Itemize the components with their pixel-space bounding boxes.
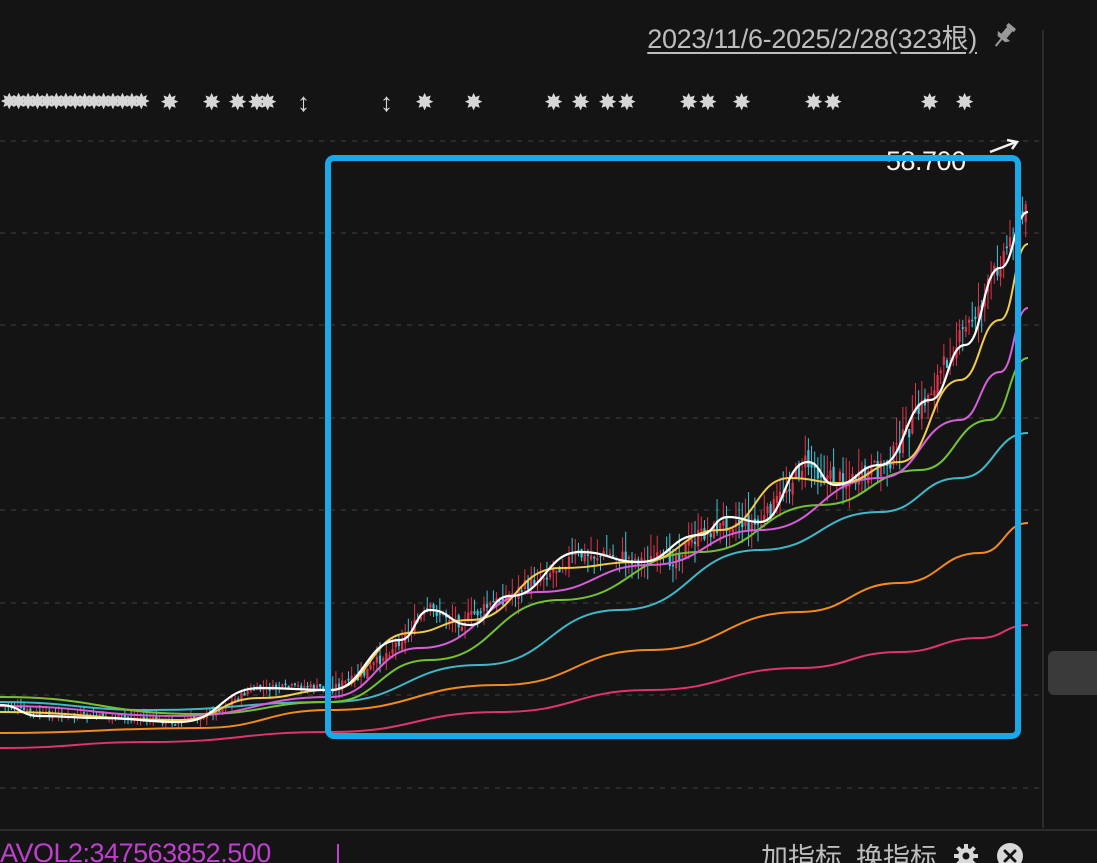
candle-body [284, 683, 287, 686]
candle-body [123, 714, 126, 718]
candle-body [240, 692, 243, 700]
indicator-actions: 加指标 换指标 [761, 836, 1025, 863]
gear-icon[interactable] [951, 841, 981, 863]
max-arrow-icon [989, 138, 1020, 154]
candle-body [243, 693, 246, 696]
candle-body [300, 685, 303, 689]
candle-body [22, 707, 26, 710]
candle-body [82, 712, 85, 714]
volume-separator [337, 844, 339, 863]
candle-body [287, 686, 290, 688]
candle-body [309, 684, 312, 688]
candle-body [319, 683, 322, 687]
add-indicator-button[interactable]: 加指标 [761, 836, 842, 863]
candle-body [174, 724, 177, 726]
candle-body [312, 685, 315, 689]
candle-body [315, 684, 319, 689]
right-panel-handle[interactable] [1048, 651, 1097, 695]
candle-body [246, 691, 249, 695]
candle-body [142, 716, 145, 719]
volume-indicator-label: AVOL2:347563852.500 [0, 838, 271, 863]
candle-body [297, 685, 300, 687]
change-indicator-button[interactable]: 换指标 [856, 836, 937, 863]
panel-divider [0, 829, 1097, 831]
candle-body [152, 716, 155, 719]
candle-body [290, 684, 293, 686]
candle-body [98, 713, 101, 716]
highlight-rectangle [325, 155, 1021, 739]
candle-body [293, 683, 297, 686]
close-icon[interactable] [995, 841, 1025, 863]
candle-body [306, 685, 309, 688]
candle-body [303, 686, 306, 688]
kline-chart-screen: 2023/11/6-2025/2/28(323根) ✸✸✸✸✸✸✸✸✸✸✸✸✸✸… [0, 0, 1097, 863]
candle-body [281, 684, 284, 688]
candle-body [26, 709, 29, 712]
